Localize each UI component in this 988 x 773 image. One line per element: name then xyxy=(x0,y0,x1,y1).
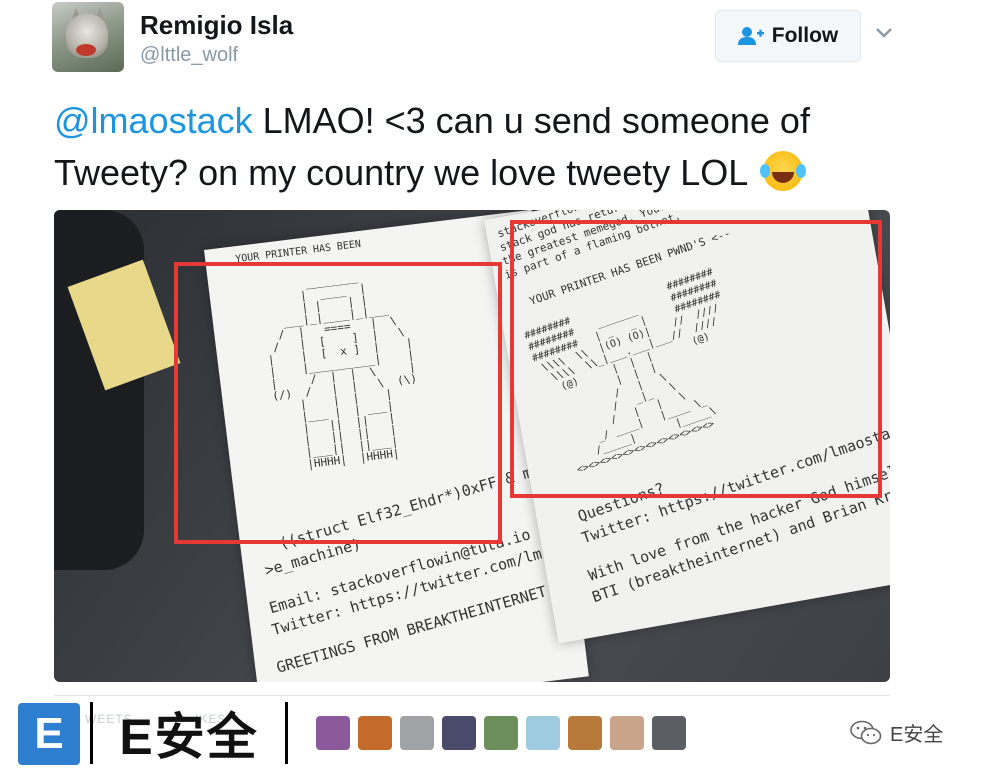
tweet-photo[interactable]: YOUR PRINTER HAS BEEN ________ | ____ | … xyxy=(54,210,890,682)
liker-avatar[interactable] xyxy=(526,716,560,750)
add-user-icon xyxy=(737,26,764,46)
wechat-label: E安全 xyxy=(890,724,944,746)
liker-avatar[interactable] xyxy=(652,716,686,750)
chevron-down-icon xyxy=(876,25,892,43)
more-menu-caret[interactable] xyxy=(872,22,896,46)
wolf-mouth xyxy=(76,44,96,56)
liker-avatar[interactable] xyxy=(610,716,644,750)
highlight-box-right xyxy=(510,220,882,498)
follow-label: Follow xyxy=(771,24,839,47)
tear-left xyxy=(760,164,770,178)
e-security-logo-icon: E xyxy=(18,703,80,765)
tear-right xyxy=(796,164,806,178)
liker-avatar[interactable] xyxy=(568,716,602,750)
e-security-logo-text: E安全 xyxy=(90,702,288,765)
highlight-box-left xyxy=(174,262,502,544)
liker-avatar[interactable] xyxy=(358,716,392,750)
wechat-watermark: E安全 xyxy=(850,718,943,747)
tears-of-joy-emoji-icon xyxy=(760,151,806,191)
footer-divider xyxy=(54,695,890,696)
wechat-icon xyxy=(850,720,882,746)
avatar[interactable] xyxy=(52,2,124,72)
tweet-text: @lmaostack LMAO! <3 can u send someone o… xyxy=(54,95,934,199)
liker-avatar[interactable] xyxy=(484,716,518,750)
paper-left-lines: ((struct Elf32_Ehdr*)0xFF & mem)->base)-… xyxy=(204,210,644,677)
follow-button[interactable]: Follow xyxy=(715,10,861,62)
liker-avatar[interactable] xyxy=(400,716,434,750)
liker-avatars xyxy=(316,716,686,750)
liker-avatar[interactable] xyxy=(442,716,476,750)
user-handle[interactable]: @lttle_wolf xyxy=(140,44,238,67)
liker-avatar[interactable] xyxy=(316,716,350,750)
logo-letter: E xyxy=(34,709,64,758)
tweet-mention-link[interactable]: @lmaostack xyxy=(54,100,253,141)
display-name[interactable]: Remigio Isla xyxy=(140,10,293,41)
